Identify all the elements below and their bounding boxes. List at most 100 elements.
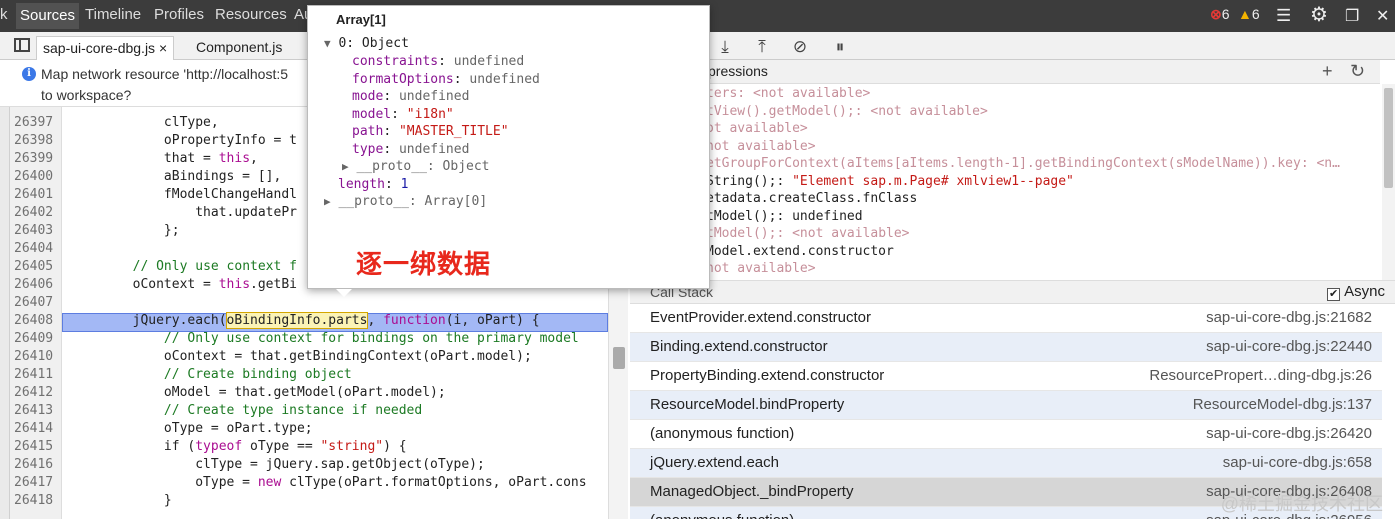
object-property: type: undefined: [352, 142, 470, 157]
async-checkbox[interactable]: ✔ Async: [1327, 283, 1385, 301]
object-inspector-popover: Array[1] ▼ 0: Object constraints: undefi…: [307, 5, 710, 297]
line-number[interactable]: 26414: [14, 421, 53, 436]
scrollbar-thumb[interactable]: [1384, 88, 1393, 188]
watch-expression[interactable]: Model.extend.constructor: [706, 244, 894, 259]
code-line: oType = new clType(oPart.formatOptions, …: [70, 475, 587, 490]
line-number[interactable]: 26397: [14, 115, 53, 130]
line-number[interactable]: 26402: [14, 205, 53, 220]
call-stack-header[interactable]: Call Stack ✔ Async: [630, 280, 1395, 304]
tab-network[interactable]: k: [0, 6, 8, 23]
watch-expression[interactable]: tModel();: <not available>: [706, 226, 910, 241]
error-icon: ⊗: [1210, 6, 1222, 22]
line-number[interactable]: 26411: [14, 367, 53, 382]
call-frame-location[interactable]: sap-ui-core-dbg.js:21682: [1206, 309, 1372, 326]
call-frame-function: ResourceModel.bindProperty: [650, 396, 845, 413]
warning-counter[interactable]: ▲6: [1238, 6, 1260, 22]
step-out-icon[interactable]: ⤒: [751, 36, 773, 58]
line-number[interactable]: 26400: [14, 169, 53, 184]
call-frame[interactable]: ResourceModel.bindProperty ResourceModel-…: [630, 391, 1382, 420]
line-number[interactable]: 26405: [14, 259, 53, 274]
line-number[interactable]: 26399: [14, 151, 53, 166]
hovered-token[interactable]: oBindingInfo.parts: [225, 312, 369, 329]
expand-triangle-icon[interactable]: ▼: [324, 37, 331, 50]
code-comment: // Only use context for bindings on the …: [163, 331, 579, 346]
line-number[interactable]: 26406: [14, 277, 53, 292]
collapsed-triangle-icon[interactable]: ▶: [324, 195, 331, 208]
code-keyword: new: [257, 475, 282, 490]
call-frame[interactable]: PropertyBinding.extend.constructor Resour…: [630, 362, 1382, 391]
watch-expression[interactable]: not available>: [706, 139, 816, 154]
line-number[interactable]: 26398: [14, 133, 53, 148]
object-property: path: "MASTER_TITLE": [352, 124, 509, 140]
checkbox-checked-icon[interactable]: ✔: [1327, 288, 1341, 301]
file-tab-sap-ui-core[interactable]: sap-ui-core-dbg.js ×: [36, 36, 175, 60]
line-number[interactable]: 26409: [14, 331, 53, 346]
scrollbar-thumb[interactable]: [613, 347, 625, 369]
watch-expression[interactable]: ot available>: [706, 121, 808, 136]
call-frame-location[interactable]: sap-ui-core-dbg.js:22440: [1206, 338, 1372, 355]
console-drawer-icon[interactable]: ☰: [1276, 6, 1291, 26]
tree-proto-array[interactable]: ▶ __proto__: Array[0]: [324, 194, 487, 209]
code-line: // Create type instance if needed: [70, 403, 422, 418]
line-number[interactable]: 26415: [14, 439, 53, 454]
watch-expression[interactable]: String();: "Element sap.m.Page# xmlview1…: [706, 174, 1074, 189]
code-line: oType = oPart.type;: [70, 421, 313, 436]
line-number[interactable]: 26412: [14, 385, 53, 400]
navigator-toggle-icon[interactable]: [14, 38, 30, 52]
line-number[interactable]: 26403: [14, 223, 53, 238]
tree-item-0[interactable]: ▼ 0: Object: [324, 36, 409, 51]
watch-expression[interactable]: ters: <not available>: [706, 86, 870, 101]
call-frame[interactable]: (anonymous function) sap-ui-core-dbg.js:2…: [630, 420, 1382, 449]
watermark: @稀土掘金技术社区: [1220, 494, 1383, 514]
pause-on-exceptions-icon[interactable]: ⏸: [829, 36, 851, 58]
code-line: oPropertyInfo = t: [70, 133, 297, 148]
gear-icon[interactable]: ⚙: [1310, 2, 1328, 27]
line-number[interactable]: 26404: [14, 241, 53, 256]
deactivate-breakpoints-icon[interactable]: ⊘: [789, 36, 811, 58]
line-number[interactable]: 26418: [14, 493, 53, 508]
dock-side-icon[interactable]: ❐: [1345, 6, 1359, 26]
refresh-icon[interactable]: ↻: [1350, 61, 1365, 82]
close-icon[interactable]: ✕: [1376, 6, 1389, 26]
line-number[interactable]: 26413: [14, 403, 53, 418]
watch-expression[interactable]: etGroupForContext(aItems[aItems.length-1…: [706, 156, 1340, 171]
call-frame[interactable]: EventProvider.extend.constructor sap-ui-c…: [630, 304, 1382, 333]
code-line: oContext = that.getBindingContext(oPart.…: [70, 349, 532, 364]
tab-profiles[interactable]: Profiles: [154, 6, 204, 23]
tree-proto-object[interactable]: ▶ __proto__: Object: [342, 159, 490, 174]
line-number[interactable]: 26416: [14, 457, 53, 472]
add-watch-icon[interactable]: +: [1322, 61, 1333, 82]
call-frame-function: EventProvider.extend.constructor: [650, 309, 871, 326]
watch-expression-name: etGroupForContext(aItems[aItems.length-1…: [706, 156, 1309, 171]
watch-expression-value: <not available>: [870, 103, 988, 119]
code-line: that = this,: [70, 151, 258, 166]
tab-resources[interactable]: Resources: [215, 6, 287, 23]
watch-scrollbar[interactable]: [1382, 84, 1395, 280]
line-gutter: 26397 26398 26399 26400 26401 26402 26403 26404…: [10, 107, 62, 519]
call-frame-location[interactable]: ResourcePropert…ding-dbg.js:26: [1149, 367, 1372, 384]
close-tab-icon[interactable]: ×: [159, 40, 167, 56]
call-frame-location[interactable]: sap-ui-core-dbg.js:26420: [1206, 425, 1372, 442]
line-number[interactable]: 26408: [14, 313, 53, 328]
watch-expressions-header[interactable]: pressions + ↻: [630, 60, 1380, 84]
collapsed-triangle-icon[interactable]: ▶: [342, 160, 349, 173]
line-number[interactable]: 26401: [14, 187, 53, 202]
watch-expression[interactable]: not available>: [706, 261, 816, 276]
watch-expression[interactable]: etadata.createClass.fnClass: [706, 191, 917, 206]
tab-sources[interactable]: Sources: [16, 3, 80, 29]
watch-expression[interactable]: tModel();: undefined: [706, 209, 863, 224]
watch-expression[interactable]: tView().getModel();: <not available>: [706, 104, 988, 119]
line-number[interactable]: 26410: [14, 349, 53, 364]
code-line: oModel = that.getModel(oPart.model);: [70, 385, 446, 400]
error-counter[interactable]: ⊗6: [1210, 6, 1230, 23]
watch-expression-name: ters:: [706, 86, 746, 101]
tab-timeline[interactable]: Timeline: [85, 6, 141, 23]
call-frame[interactable]: Binding.extend.constructor sap-ui-core-db…: [630, 333, 1382, 362]
call-frame-location[interactable]: ResourceModel-dbg.js:137: [1193, 396, 1372, 413]
call-frame[interactable]: jQuery.extend.each sap-ui-core-dbg.js:658: [630, 449, 1382, 478]
call-frame-location[interactable]: sap-ui-core-dbg.js:658: [1223, 454, 1372, 471]
file-tab-component[interactable]: Component.js: [190, 36, 288, 60]
line-number[interactable]: 26417: [14, 475, 53, 490]
step-into-icon[interactable]: ⤓: [714, 36, 736, 58]
line-number[interactable]: 26407: [14, 295, 53, 310]
